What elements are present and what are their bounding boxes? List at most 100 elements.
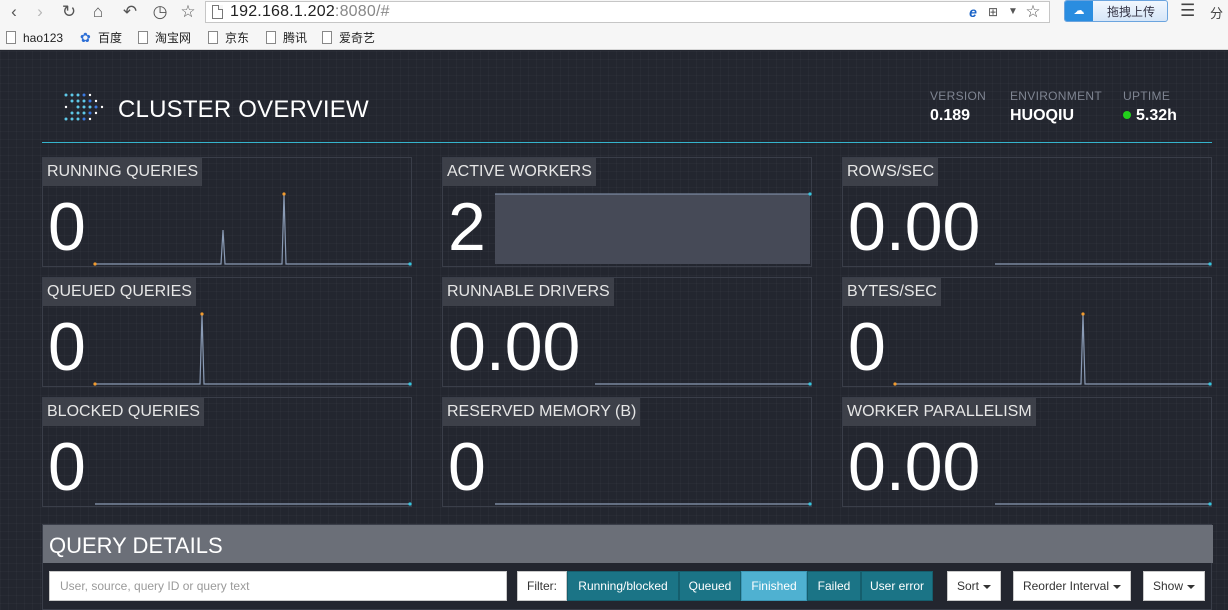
- ie-compat-icon[interactable]: e: [965, 3, 981, 21]
- page-title: CLUSTER OVERVIEW: [118, 96, 369, 123]
- sort-dropdown[interactable]: Sort: [947, 571, 1001, 601]
- tile-value: 0: [48, 429, 86, 505]
- tile-reserved-memory: RESERVED MEMORY (B) 0: [442, 397, 812, 507]
- tile-value: 2: [448, 189, 486, 265]
- url-port-path: :8080/#: [334, 3, 390, 20]
- tile-label: WORKER PARALLELISM: [843, 398, 1036, 426]
- url-text: 192.168.1.202:8080/#: [230, 2, 390, 22]
- back-button[interactable]: ‹: [2, 1, 26, 23]
- favorite-star-button[interactable]: ☆: [176, 1, 200, 23]
- tile-value: 0: [48, 309, 86, 385]
- reload-button[interactable]: ↻: [57, 1, 81, 23]
- tile-label: BLOCKED QUERIES: [43, 398, 204, 426]
- history-button[interactable]: ◷: [148, 1, 172, 23]
- tile-bytes-per-sec: BYTES/SEC 0: [842, 277, 1212, 387]
- forward-button[interactable]: ›: [28, 1, 52, 23]
- uptime-value-row: 5.32h: [1123, 107, 1177, 125]
- bookmark-star-icon[interactable]: ☆: [1023, 3, 1043, 21]
- bookmark-hao123[interactable]: hao123: [6, 30, 63, 46]
- cluster-overview-page: CLUSTER OVERVIEW VERSION 0.189 ENVIRONME…: [0, 51, 1228, 610]
- tile-running-queries: RUNNING QUERIES 0: [42, 157, 412, 267]
- caret-down-icon: [1187, 585, 1196, 589]
- query-details-panel: QUERY DETAILS User, source, query ID or …: [42, 524, 1213, 610]
- tile-label: BYTES/SEC: [843, 278, 941, 306]
- bookmark-label: 淘宝网: [155, 31, 192, 45]
- tile-worker-parallelism: WORKER PARALLELISM 0.00: [842, 397, 1212, 507]
- show-dropdown[interactable]: Show: [1143, 571, 1205, 601]
- bookmark-baidu[interactable]: ✿ 百度: [80, 30, 123, 46]
- show-label: Show: [1152, 579, 1184, 593]
- environment-stat: ENVIRONMENT HUOQIU: [1010, 89, 1102, 125]
- version-stat: VERSION 0.189: [930, 89, 986, 125]
- tile-label: ACTIVE WORKERS: [443, 158, 596, 186]
- tile-label: RUNNABLE DRIVERS: [443, 278, 614, 306]
- tile-value: 0.00: [848, 429, 981, 505]
- tile-value: 0.00: [848, 189, 981, 265]
- tile-label: ROWS/SEC: [843, 158, 939, 186]
- filter-label: Filter:: [517, 571, 567, 601]
- upload-label: 拖拽上传: [1107, 5, 1156, 19]
- environment-value: HUOQIU: [1010, 107, 1074, 124]
- address-bar[interactable]: 192.168.1.202:8080/# e ⊞ ▼ ☆: [205, 1, 1050, 23]
- tile-rows-per-sec: ROWS/SEC 0.00: [842, 157, 1212, 267]
- tile-value: 0: [448, 429, 486, 505]
- bookmark-taobao[interactable]: 淘宝网: [138, 30, 191, 46]
- version-label: VERSION: [930, 89, 987, 103]
- filter-user-error-button[interactable]: User error: [861, 571, 933, 601]
- presto-logo-icon: [64, 93, 104, 121]
- bookmark-label: 腾讯: [283, 31, 308, 45]
- query-details-title: QUERY DETAILS: [49, 533, 223, 558]
- tile-queued-queries: QUEUED QUERIES 0: [42, 277, 412, 387]
- undo-close-button[interactable]: ↶: [118, 1, 142, 23]
- page-icon: [208, 31, 218, 44]
- cloud-icon: ☁: [1065, 1, 1093, 21]
- filter-queued-button[interactable]: Queued: [679, 571, 741, 601]
- sort-label: Sort: [956, 579, 979, 593]
- chevron-down-icon[interactable]: ▼: [1007, 3, 1019, 21]
- page-icon: [138, 31, 148, 44]
- bookmark-jd[interactable]: 京东: [208, 30, 249, 46]
- caret-down-icon: [983, 585, 991, 589]
- reorder-label: Reorder Interval: [1022, 579, 1110, 593]
- browser-toolbar: ‹ › ↻ ⌂ ↶ ◷ ☆ 192.168.1.202:8080/# e ⊞ ▼…: [0, 0, 1228, 26]
- query-details-header: QUERY DETAILS: [43, 525, 1213, 563]
- caret-down-icon: [1113, 585, 1122, 589]
- filter-finished-button[interactable]: Finished: [741, 571, 807, 601]
- bookmarks-bar: hao123 ✿ 百度 淘宝网 京东 腾讯 爱奇艺: [0, 26, 1228, 50]
- cloud-upload-button[interactable]: ☁ 拖拽上传: [1064, 0, 1168, 22]
- bookmark-label: 京东: [225, 31, 250, 45]
- bookmark-label: hao123: [23, 31, 64, 45]
- tile-label: RESERVED MEMORY (B): [443, 398, 641, 426]
- uptime-value: 5.32h: [1136, 107, 1177, 124]
- page-icon: [6, 31, 16, 44]
- translate-icon[interactable]: ⊞: [985, 3, 1001, 21]
- tile-blocked-queries: BLOCKED QUERIES 0: [42, 397, 412, 507]
- page-icon: [212, 5, 223, 19]
- bookmark-iqiyi[interactable]: 爱奇艺: [322, 30, 375, 46]
- bookmark-label: 百度: [98, 31, 123, 45]
- truncated-label[interactable]: 分: [1210, 3, 1223, 22]
- url-host: 192.168.1.202: [230, 3, 335, 20]
- query-search-input[interactable]: User, source, query ID or query text: [49, 571, 507, 601]
- baidu-paw-icon: ✿: [80, 30, 91, 45]
- tile-value: 0: [48, 189, 86, 265]
- menu-icon[interactable]: ☰: [1180, 1, 1195, 21]
- filter-failed-button[interactable]: Failed: [807, 571, 861, 601]
- tile-value: 0: [848, 309, 886, 385]
- uptime-label: UPTIME: [1123, 89, 1171, 103]
- page-icon: [322, 31, 332, 44]
- tile-runnable-drivers: RUNNABLE DRIVERS 0.00: [442, 277, 812, 387]
- reorder-interval-dropdown[interactable]: Reorder Interval: [1013, 571, 1131, 601]
- home-button[interactable]: ⌂: [86, 1, 110, 23]
- version-value: 0.189: [930, 107, 971, 124]
- page-icon: [266, 31, 276, 44]
- bookmark-tencent[interactable]: 腾讯: [266, 30, 307, 46]
- status-dot-icon: [1123, 111, 1131, 119]
- tile-active-workers: ACTIVE WORKERS 2: [442, 157, 812, 267]
- page-header: CLUSTER OVERVIEW VERSION 0.189 ENVIRONME…: [42, 81, 1212, 143]
- uptime-stat: UPTIME 5.32h: [1123, 89, 1177, 125]
- tile-value: 0.00: [448, 309, 581, 385]
- environment-label: ENVIRONMENT: [1010, 89, 1102, 103]
- tile-label: RUNNING QUERIES: [43, 158, 203, 186]
- filter-running-blocked-button[interactable]: Running/blocked: [567, 571, 679, 601]
